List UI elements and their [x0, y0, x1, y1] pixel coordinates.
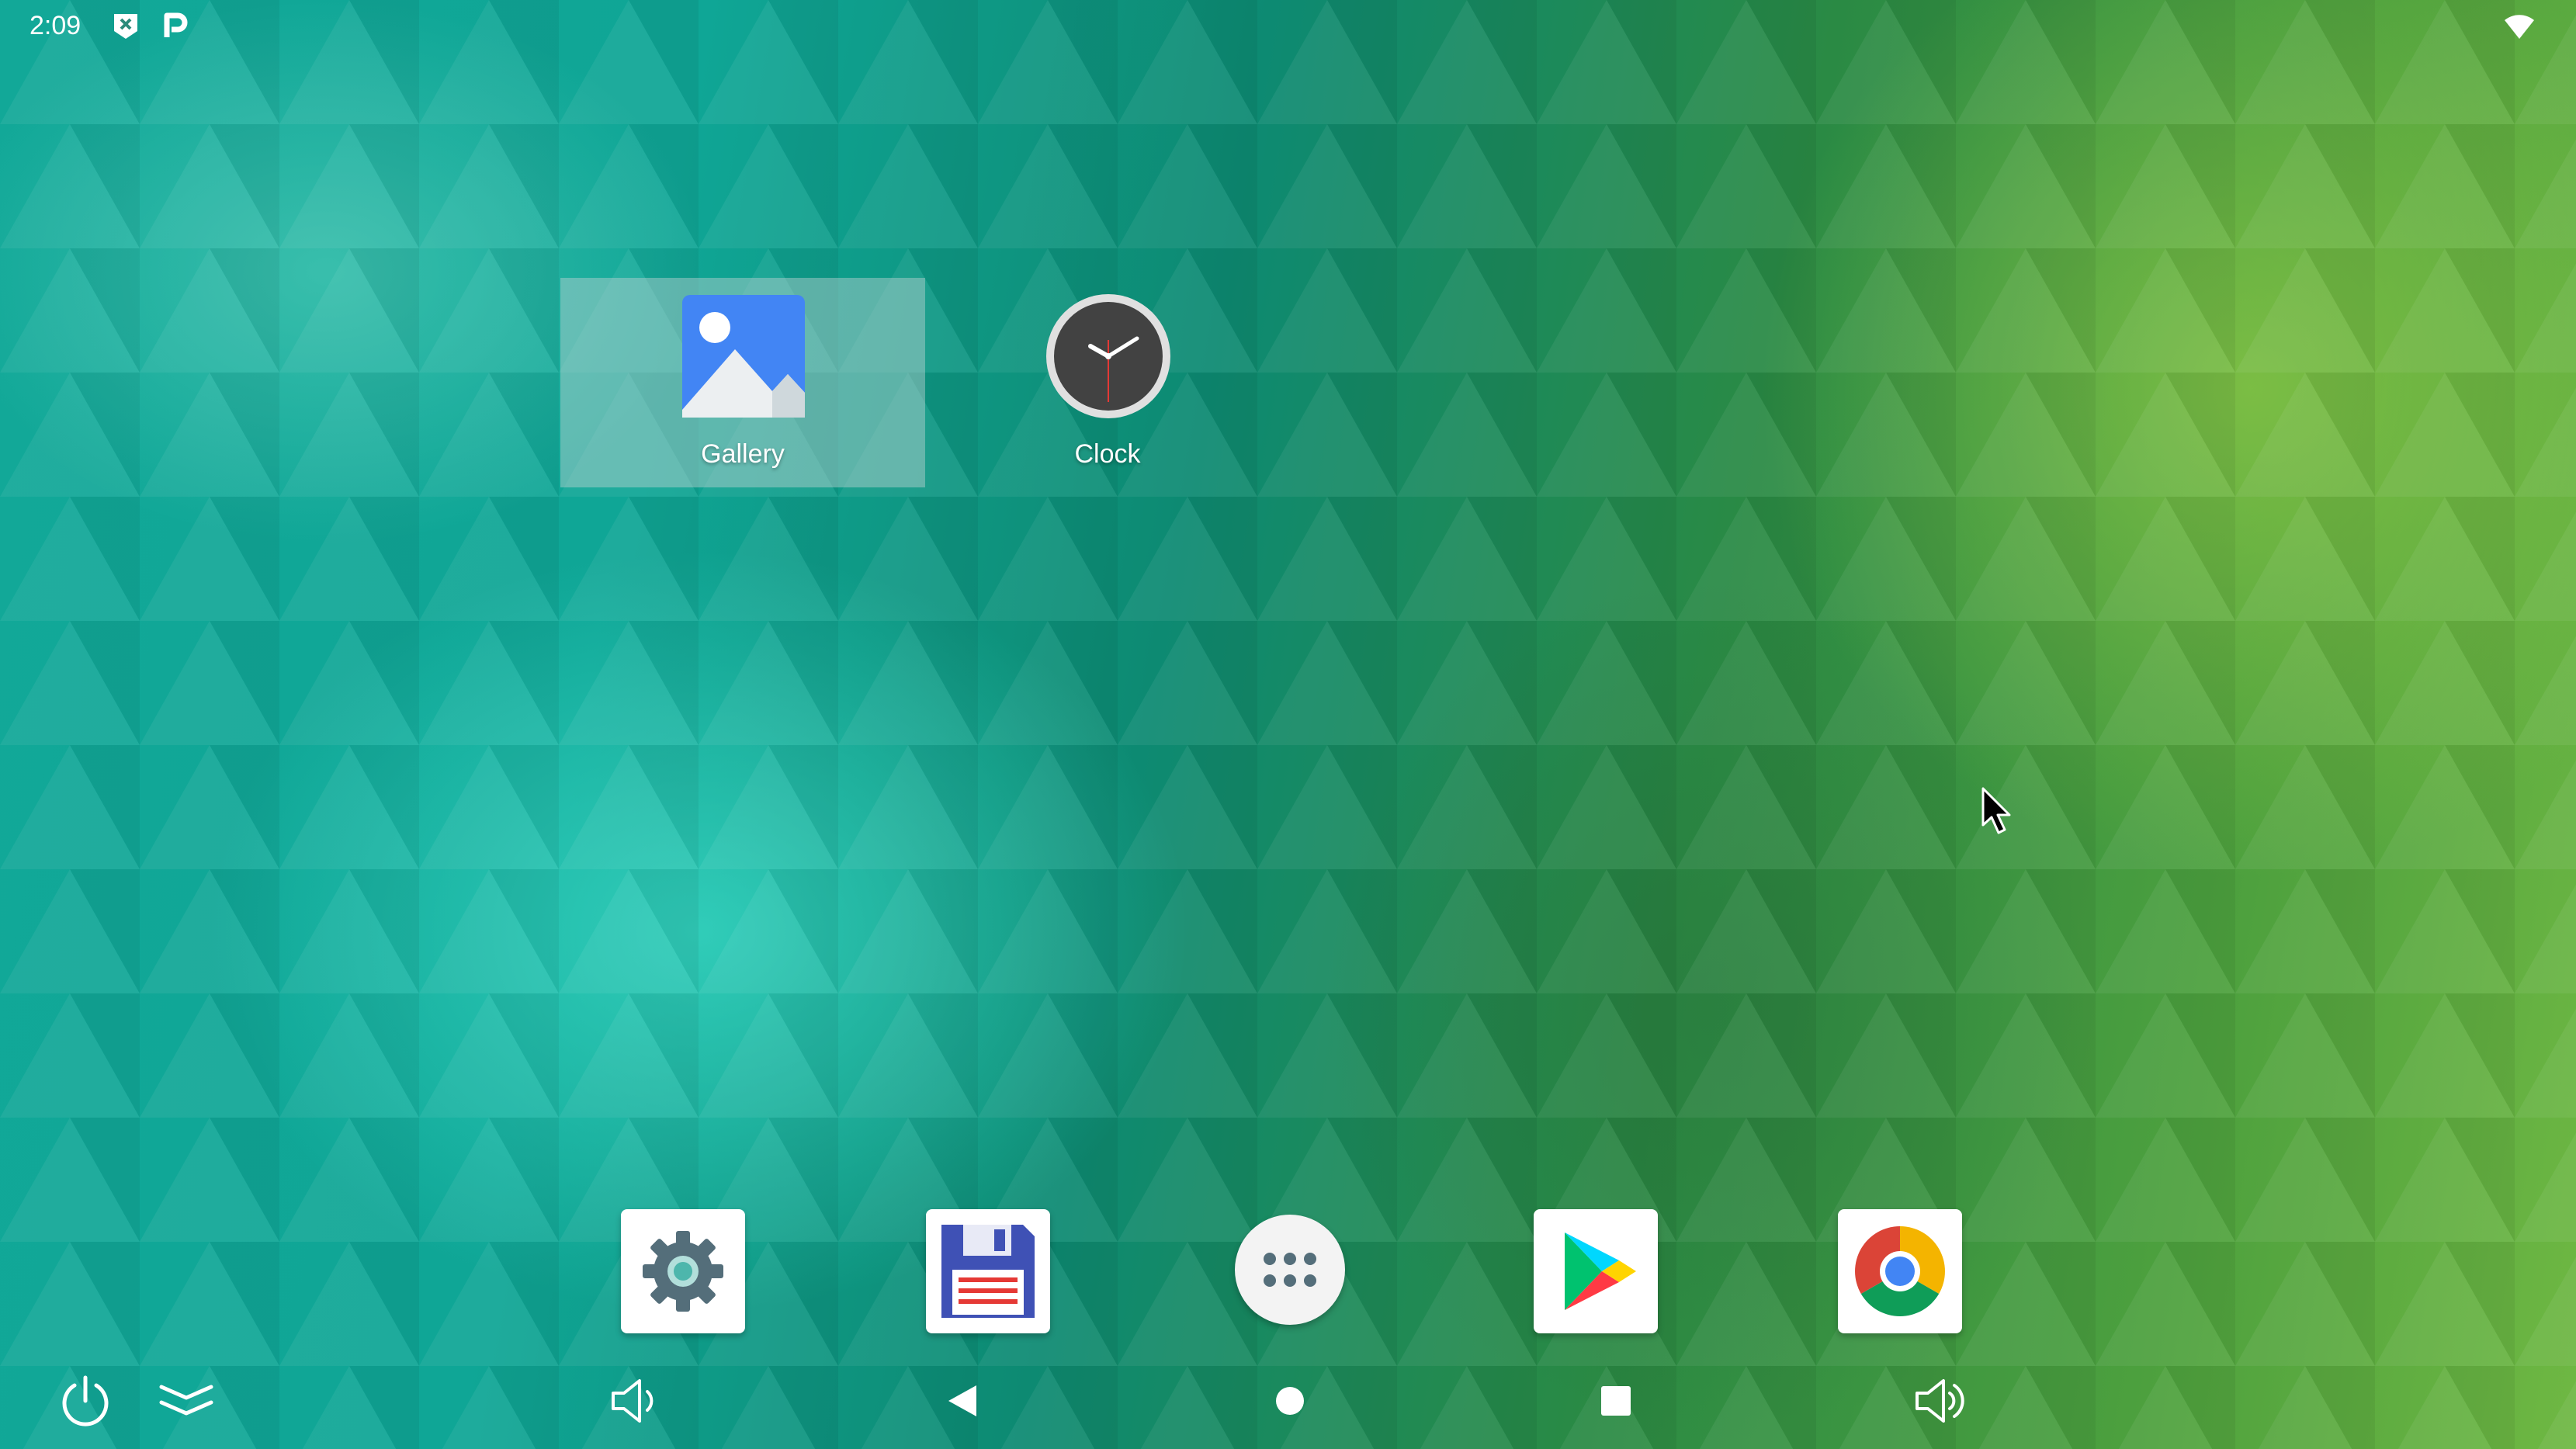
- back-icon: [948, 1385, 976, 1416]
- dock-play-store-button[interactable]: [1534, 1209, 1658, 1333]
- dock-chrome-button[interactable]: [1838, 1209, 1962, 1333]
- home-icon: [1276, 1387, 1304, 1415]
- clock-icon: [1046, 294, 1170, 418]
- desktop-item-label: Clock: [1074, 439, 1141, 469]
- p-icon[interactable]: [161, 11, 190, 40]
- power-icon: [62, 1375, 109, 1426]
- volume-down-icon: [612, 1379, 654, 1423]
- desktop-item-gallery[interactable]: Gallery: [560, 278, 925, 487]
- gallery-icon: [682, 295, 805, 418]
- notifications-expand-icon: [159, 1385, 213, 1416]
- settings-gear-icon: [643, 1231, 723, 1312]
- notification-x-icon[interactable]: [111, 11, 140, 40]
- notifications-expand-button[interactable]: [155, 1370, 217, 1432]
- volume-up-button[interactable]: [1909, 1370, 1971, 1432]
- volume-up-icon: [1916, 1379, 1964, 1423]
- play-store-icon: [1565, 1232, 1636, 1310]
- dock-app-drawer-button[interactable]: [1235, 1215, 1345, 1325]
- desktop-item-clock[interactable]: Clock: [925, 278, 1290, 487]
- back-button[interactable]: [931, 1370, 993, 1432]
- wifi-icon[interactable]: [2504, 14, 2535, 40]
- recents-button[interactable]: [1585, 1370, 1647, 1432]
- app-drawer-icon: [1264, 1253, 1316, 1287]
- chrome-icon: [1855, 1226, 1945, 1316]
- dock-save-button[interactable]: [926, 1209, 1050, 1333]
- home-button[interactable]: [1259, 1370, 1321, 1432]
- power-button[interactable]: [54, 1370, 116, 1432]
- floppy-disk-icon: [941, 1225, 1035, 1318]
- recents-icon: [1601, 1386, 1631, 1416]
- status-time: 2:09: [29, 11, 81, 40]
- volume-down-button[interactable]: [604, 1370, 666, 1432]
- mouse-cursor-icon: [1981, 787, 2011, 834]
- status-bar: 2:09: [0, 0, 2576, 54]
- desktop-item-label: Gallery: [701, 439, 785, 469]
- dock-settings-button[interactable]: [621, 1209, 745, 1333]
